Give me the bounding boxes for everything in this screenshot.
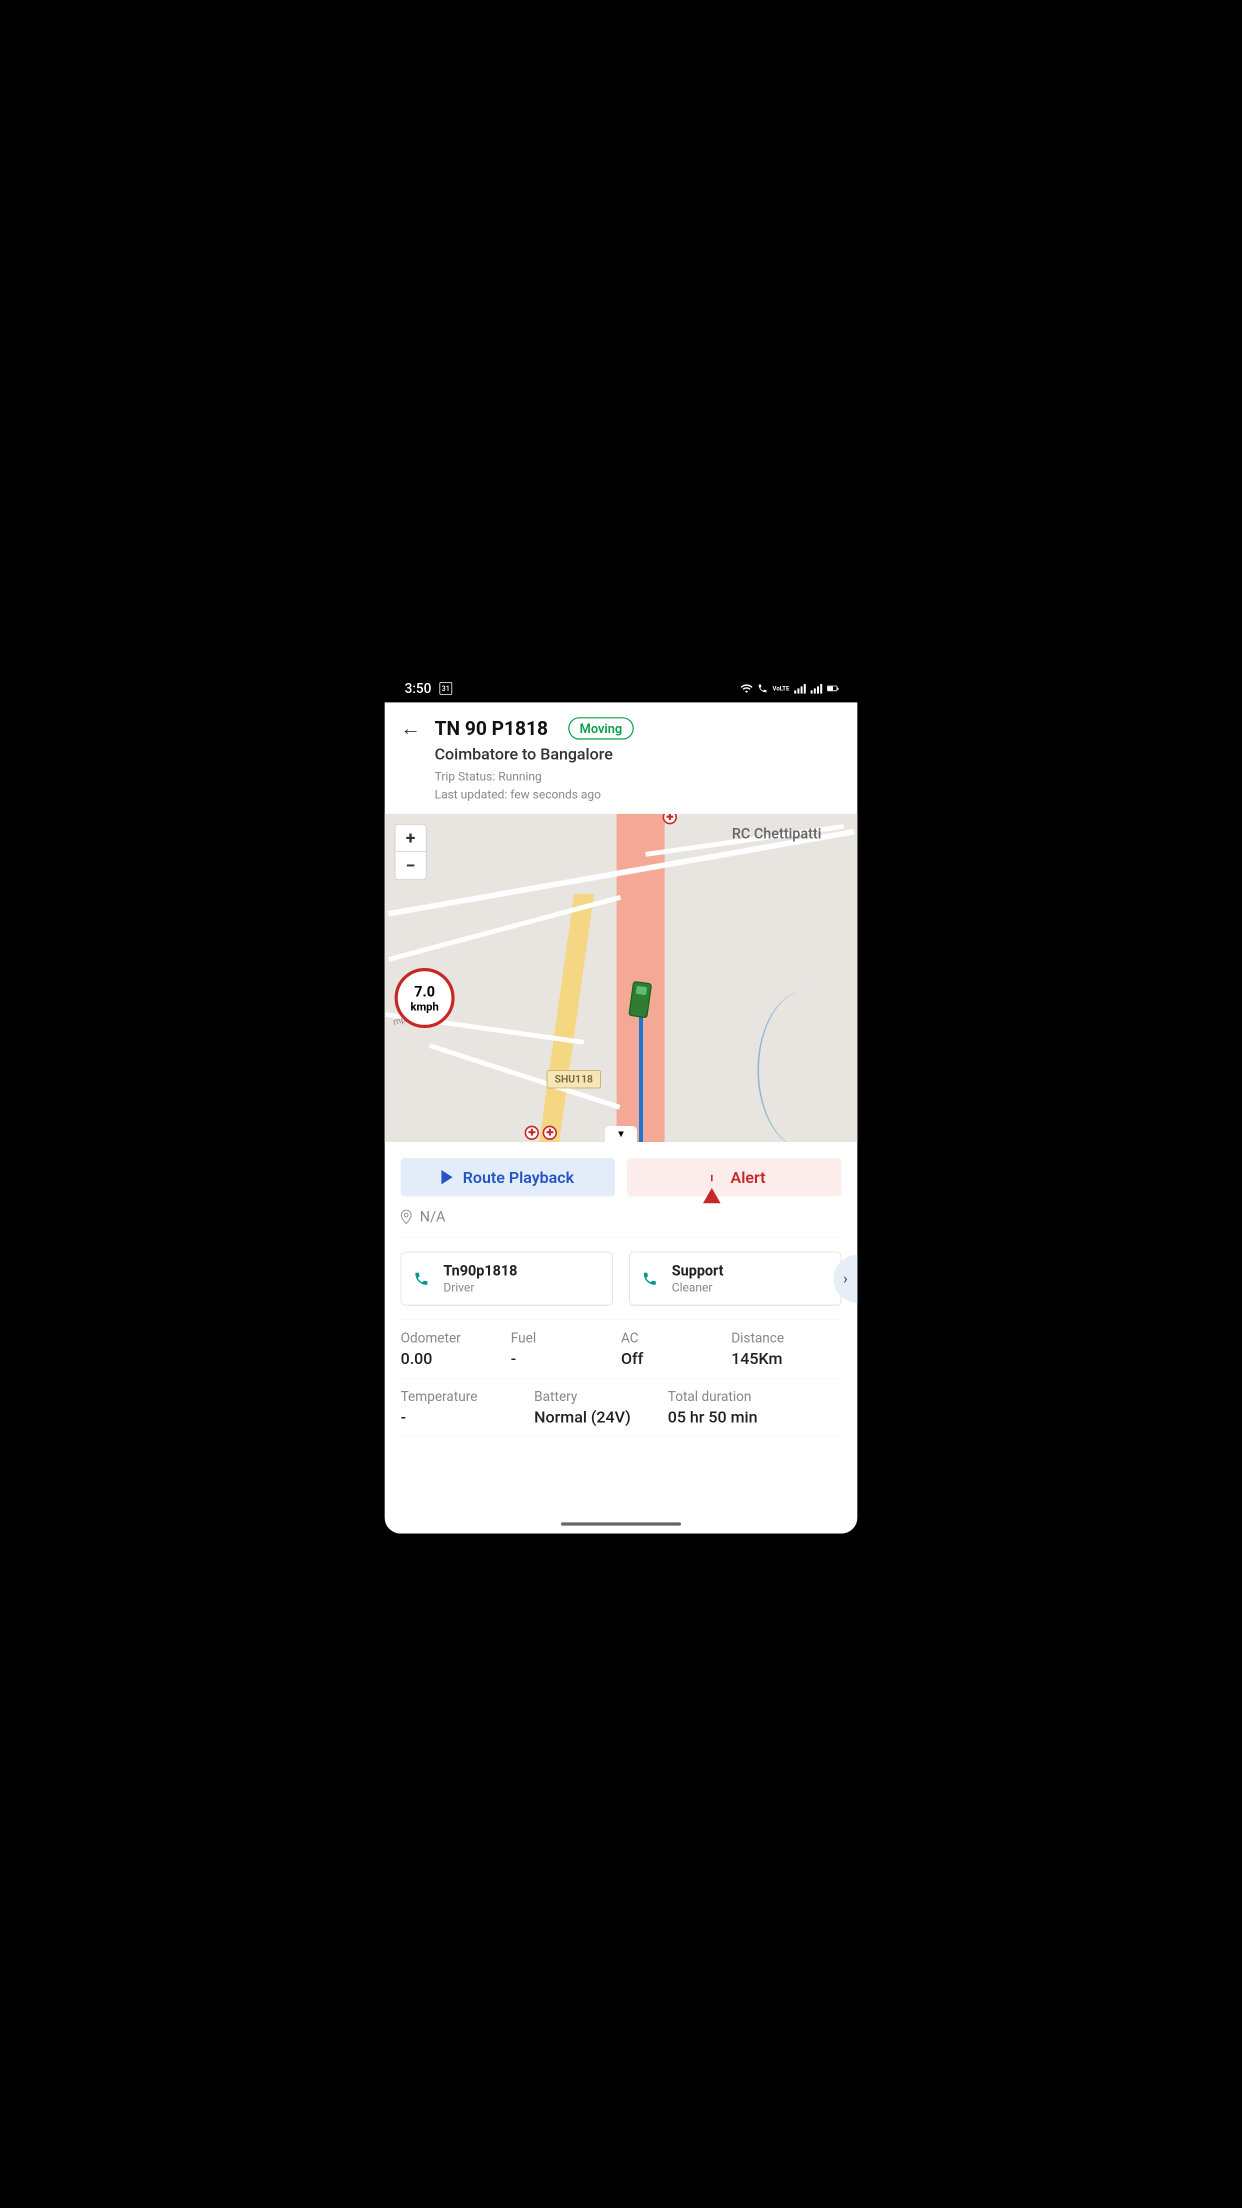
- zoom-out-button[interactable]: −: [395, 852, 425, 879]
- stats-row-1: Odometer 0.00 Fuel - AC Off Distance: [401, 1320, 842, 1378]
- wifi-icon: [741, 684, 753, 694]
- alert-button[interactable]: Alert: [627, 1158, 841, 1196]
- header: ← TN 90 P1818 Moving Coimbatore to Banga…: [385, 702, 858, 814]
- route-badge: SHU118: [547, 1070, 601, 1088]
- vehicle-title: TN 90 P1818: [435, 717, 548, 740]
- stat-distance: Distance 145Km: [731, 1330, 841, 1368]
- last-updated: Last updated: few seconds ago: [435, 788, 842, 802]
- contact-name: Support: [672, 1262, 724, 1279]
- stat-value: 05 hr 50 min: [668, 1408, 842, 1427]
- contact-name: Tn90p1818: [443, 1262, 517, 1279]
- stat-label: AC: [621, 1330, 731, 1346]
- contact-role: Cleaner: [672, 1281, 724, 1295]
- stat-label: Fuel: [511, 1330, 621, 1346]
- status-badge: Moving: [568, 717, 634, 739]
- map-poi-marker[interactable]: ✚: [663, 814, 677, 824]
- zoom-in-button[interactable]: +: [395, 825, 425, 852]
- stat-value: 0.00: [401, 1349, 511, 1368]
- route-text: Coimbatore to Bangalore: [435, 745, 842, 764]
- location-value: N/A: [420, 1208, 446, 1225]
- signal-bars-2: [811, 683, 823, 693]
- call-icon: [757, 683, 767, 693]
- playback-label: Route Playback: [463, 1168, 574, 1187]
- stat-value: 145Km: [731, 1349, 841, 1368]
- app-content: ← TN 90 P1818 Moving Coimbatore to Banga…: [385, 702, 858, 1533]
- alert-label: Alert: [731, 1168, 766, 1187]
- back-button[interactable]: ←: [401, 716, 421, 740]
- map-zoom-controls: + −: [395, 824, 427, 880]
- map-container[interactable]: RC Chettipatti mpaatti Rd SHU118 ✚ ✚ ✚ +…: [385, 814, 858, 1142]
- stats-container: Odometer 0.00 Fuel - AC Off Distance: [401, 1320, 842, 1437]
- speed-badge: 7.0 kmph: [395, 968, 455, 1028]
- status-right: VoLTE: [741, 683, 838, 693]
- stat-label: Temperature: [401, 1388, 535, 1404]
- phone-inner: 3:50 31 VoLTE ← TN 90 P1818 Moving: [385, 674, 858, 1533]
- header-row1: ← TN 90 P1818 Moving: [401, 716, 842, 740]
- stat-odometer: Odometer 0.00: [401, 1330, 511, 1368]
- play-icon: [442, 1170, 453, 1184]
- map-road-secondary: [539, 894, 594, 1142]
- status-left: 3:50 31: [405, 680, 453, 696]
- stat-temperature: Temperature -: [401, 1388, 535, 1426]
- place-label: RC Chettipatti: [732, 825, 822, 842]
- stat-value: Off: [621, 1349, 731, 1368]
- map-poi-marker[interactable]: ✚: [543, 1126, 557, 1140]
- contact-role: Driver: [443, 1281, 517, 1295]
- stat-label: Battery: [534, 1388, 668, 1404]
- stat-ac: AC Off: [621, 1330, 731, 1368]
- home-indicator[interactable]: [561, 1522, 681, 1525]
- speed-unit: kmph: [410, 1000, 438, 1013]
- status-time: 3:50: [405, 680, 432, 696]
- actions-section: Route Playback Alert N/A: [385, 1142, 858, 1437]
- contact-info: Support Cleaner: [672, 1262, 724, 1294]
- driver-contact-card[interactable]: Tn90p1818 Driver: [401, 1252, 613, 1306]
- speed-value: 7.0: [414, 983, 435, 1000]
- stat-value: Normal (24V): [534, 1408, 668, 1427]
- phone-frame: 3:50 31 VoLTE ← TN 90 P1818 Moving: [373, 662, 870, 1545]
- volte-icon: VoLTE: [773, 685, 790, 692]
- trip-status: Trip Status: Running: [435, 770, 842, 784]
- battery-icon: [827, 686, 837, 692]
- location-row: N/A: [401, 1196, 842, 1237]
- map-collapse-button[interactable]: ▼: [605, 1126, 637, 1142]
- stat-label: Total duration: [668, 1388, 842, 1404]
- phone-icon: [642, 1271, 658, 1287]
- route-playback-button[interactable]: Route Playback: [401, 1158, 615, 1196]
- contacts-row: Tn90p1818 Driver Support Cleaner ›: [401, 1238, 842, 1320]
- stat-duration: Total duration 05 hr 50 min: [668, 1388, 842, 1426]
- stat-value: -: [401, 1408, 535, 1427]
- phone-icon: [413, 1271, 429, 1287]
- stat-label: Distance: [731, 1330, 841, 1346]
- location-pin-icon: [401, 1210, 412, 1224]
- map-river: [757, 990, 857, 1142]
- map-poi-marker[interactable]: ✚: [525, 1126, 539, 1140]
- contact-info: Tn90p1818 Driver: [443, 1262, 517, 1294]
- signal-bars-1: [794, 683, 806, 693]
- action-buttons: Route Playback Alert: [401, 1158, 842, 1196]
- stats-row-2: Temperature - Battery Normal (24V) Total…: [401, 1378, 842, 1436]
- stat-fuel: Fuel -: [511, 1330, 621, 1368]
- stat-battery: Battery Normal (24V): [534, 1388, 668, 1426]
- stat-value: -: [511, 1349, 621, 1368]
- status-bar: 3:50 31 VoLTE: [385, 674, 858, 702]
- cleaner-contact-card[interactable]: Support Cleaner: [629, 1252, 841, 1306]
- alert-icon: [703, 1169, 721, 1185]
- stat-label: Odometer: [401, 1330, 511, 1346]
- calendar-icon: 31: [439, 682, 452, 695]
